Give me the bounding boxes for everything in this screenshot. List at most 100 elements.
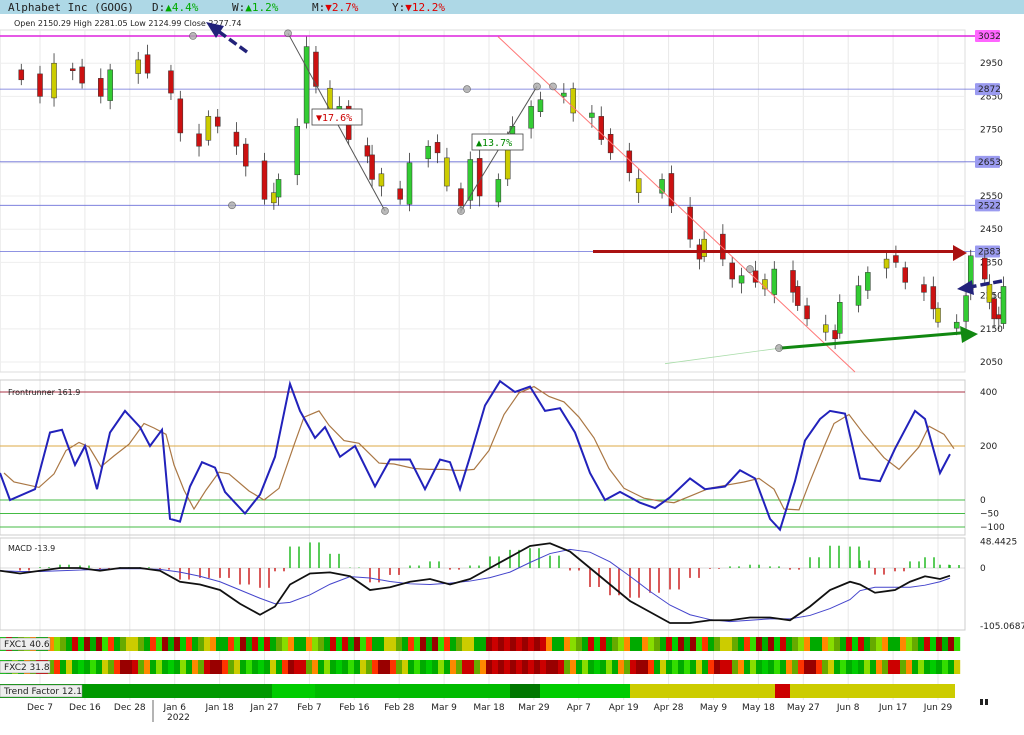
heat-cell: [672, 660, 679, 674]
heat-cell: [798, 637, 805, 651]
heat-cell: [360, 660, 367, 674]
candle-body: [98, 78, 104, 97]
heat-cell: [234, 660, 241, 674]
trend-segment: [775, 684, 790, 698]
macd-panel: 48.4425 0 -105.0687: [0, 537, 1024, 632]
heat-cell: [222, 637, 229, 651]
heat-cell: [546, 660, 553, 674]
candle-body: [233, 131, 240, 147]
heat-cell: [456, 637, 463, 651]
heat-cell: [438, 660, 445, 674]
heat-cell: [846, 637, 853, 651]
heat-cell: [678, 660, 685, 674]
heat-cell: [354, 637, 361, 651]
heat-cell: [378, 660, 385, 674]
heat-cell: [618, 660, 625, 674]
heat-cell: [822, 637, 829, 651]
heat-cell: [720, 637, 727, 651]
anchor-point: [381, 207, 389, 215]
heat-cell: [420, 660, 427, 674]
heat-cell: [264, 660, 271, 674]
heat-cell: [570, 660, 577, 674]
heat-cell: [918, 637, 925, 651]
heat-cell: [792, 637, 799, 651]
anchor-point: [746, 265, 754, 273]
heat-cell: [270, 660, 277, 674]
macd-tick-label: 48.4425: [980, 537, 1017, 547]
candle-body: [771, 268, 778, 295]
price-tick-label: 2750: [980, 126, 1003, 136]
heat-cell: [66, 637, 73, 651]
heat-cell: [312, 660, 319, 674]
heat-cell: [426, 660, 433, 674]
heat-cell: [396, 637, 403, 651]
heat-cell: [78, 660, 85, 674]
heat-cell: [210, 660, 217, 674]
heat-cell: [384, 637, 391, 651]
candle-body: [561, 92, 567, 97]
heat-cell: [132, 637, 139, 651]
macd-tick-label: 0: [980, 564, 986, 574]
change-3: Y:▼12.2%: [392, 1, 445, 14]
x-tick-label: Mar 29: [518, 703, 550, 713]
heat-cell: [222, 660, 229, 674]
heat-cell: [594, 637, 601, 651]
heat-cell: [408, 637, 415, 651]
heat-cell: [660, 660, 667, 674]
price-pointer-arrow: [969, 279, 1003, 289]
candle-body: [738, 275, 745, 284]
heat-cell: [888, 660, 895, 674]
candle-body: [1000, 286, 1007, 324]
heat-cell: [240, 660, 247, 674]
heat-cell: [342, 637, 349, 651]
macd-tick-label: -105.0687: [980, 622, 1024, 632]
heat-cell: [870, 637, 877, 651]
price-frame: [0, 29, 966, 373]
heat-cell: [636, 660, 643, 674]
heat-cell: [186, 660, 193, 674]
anchor-point: [457, 207, 465, 215]
pause-icon: [980, 699, 983, 705]
heat-cell: [726, 637, 733, 651]
change-value-0: 4.4%: [172, 1, 199, 14]
heat-cell: [792, 660, 799, 674]
band-label: FXC2 31.8: [4, 663, 50, 673]
heat-cell: [306, 660, 313, 674]
heat-cell: [120, 637, 127, 651]
x-tick-label: Apr 19: [609, 703, 639, 713]
heat-cell: [810, 660, 817, 674]
band-label: Trend Factor 12.1: [3, 687, 82, 697]
fr-tick-label: 200: [980, 442, 997, 452]
heat-cell: [954, 637, 961, 651]
heat-cell: [162, 660, 169, 674]
heat-cell: [108, 637, 115, 651]
heat-cell: [60, 637, 67, 651]
candle-body: [205, 116, 212, 141]
heat-cell: [774, 660, 781, 674]
change-value-1: 1.2%: [252, 1, 279, 14]
heat-cell: [450, 660, 457, 674]
heat-cell: [114, 637, 121, 651]
heat-cell: [504, 637, 511, 651]
heat-cell: [498, 637, 505, 651]
heat-cell: [318, 637, 325, 651]
fr-tick-label: 0: [980, 496, 986, 506]
candle-body: [177, 98, 184, 134]
price-tick-label: 2950: [980, 59, 1003, 69]
heat-cell: [390, 637, 397, 651]
heat-cell: [588, 637, 595, 651]
candle-body: [991, 298, 997, 320]
support-line: [779, 331, 963, 350]
heat-cell: [168, 660, 175, 674]
heat-cell: [636, 637, 643, 651]
heat-cell: [72, 660, 79, 674]
heat-cell: [654, 660, 661, 674]
heat-cell: [498, 660, 505, 674]
heat-cell: [366, 637, 373, 651]
heat-cell: [126, 637, 133, 651]
anchor-point: [533, 82, 541, 91]
heat-cell: [84, 660, 91, 674]
heat-cell: [744, 660, 751, 674]
level-tag-label: 2872: [978, 85, 1001, 95]
anchor-point: [549, 82, 557, 91]
